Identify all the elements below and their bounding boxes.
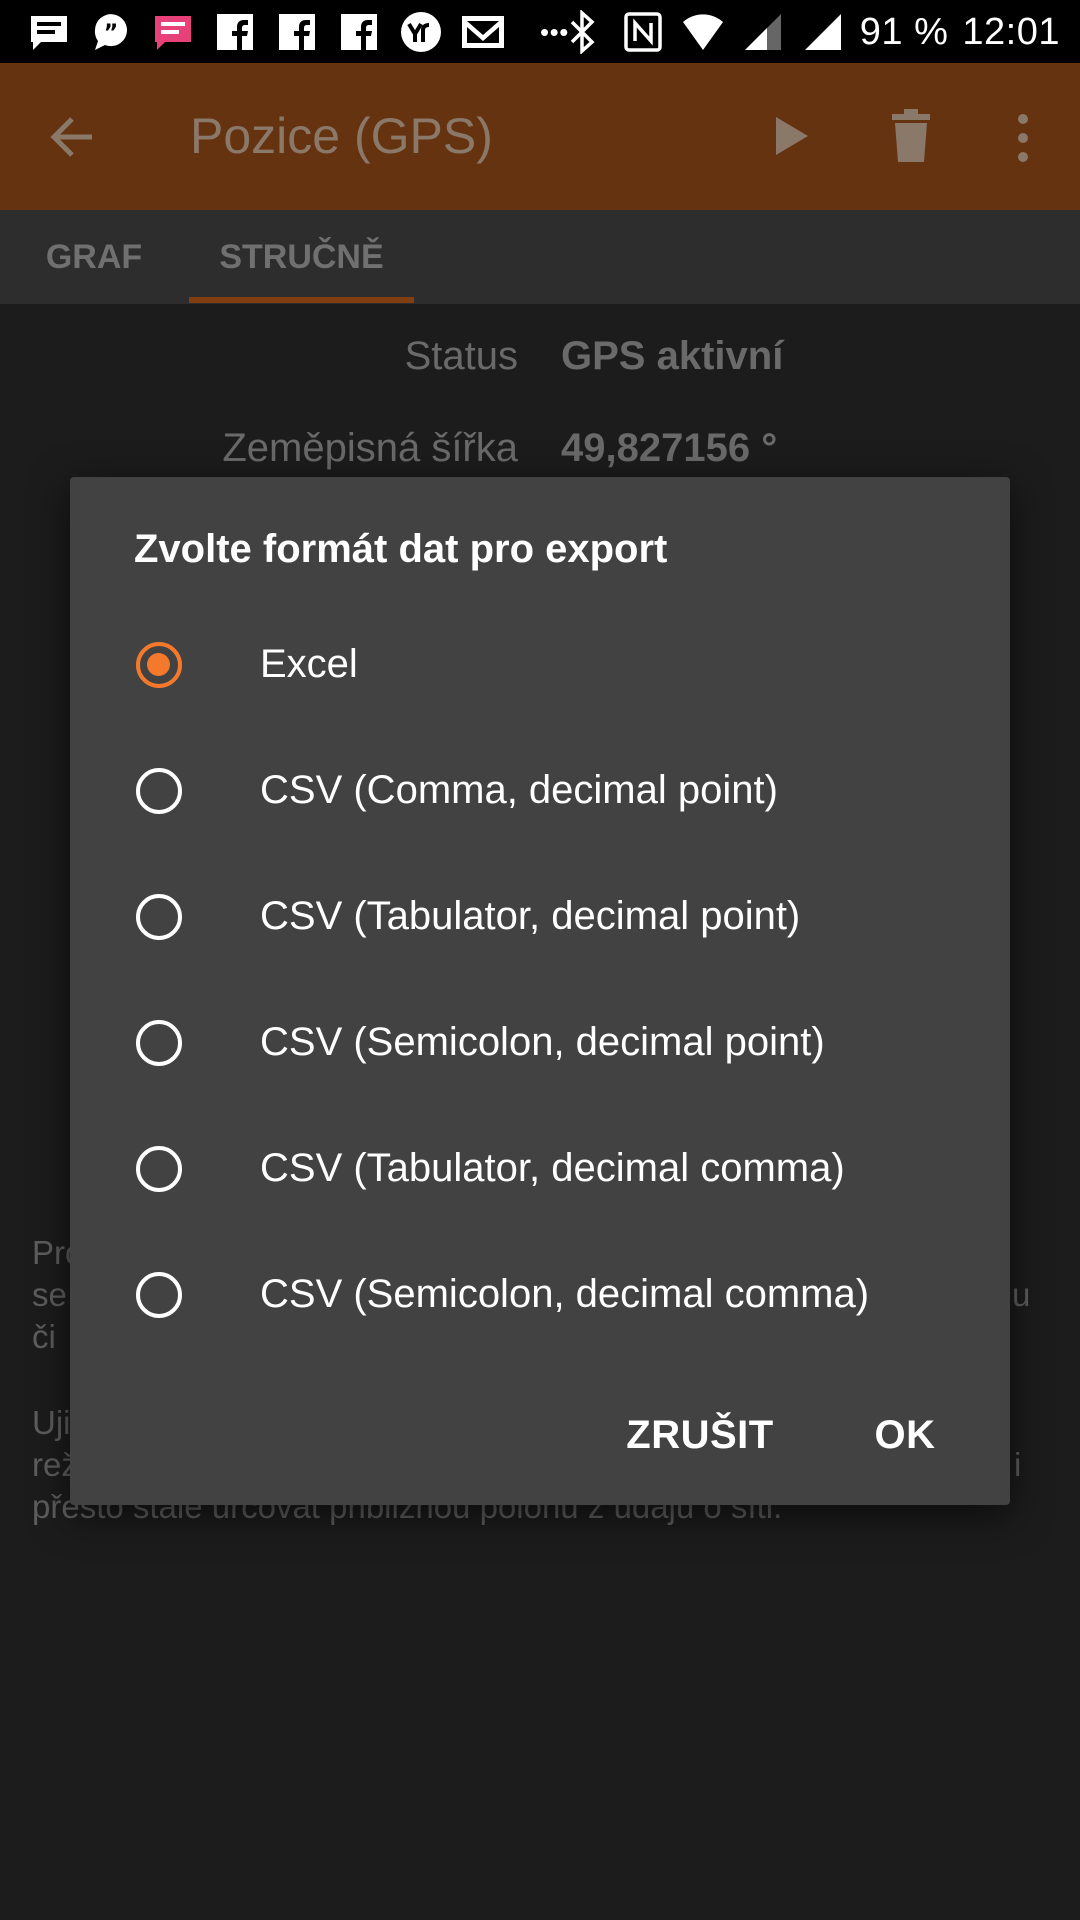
option-label: CSV (Tabulator, decimal comma) (260, 1146, 845, 1190)
option-excel[interactable]: Excel (70, 604, 1010, 730)
ok-button[interactable]: OK (850, 1395, 960, 1475)
cancel-button[interactable]: ZRUŠIT (620, 1395, 780, 1475)
radio-button[interactable] (136, 1146, 182, 1192)
export-format-dialog: Zvolte formát dat pro export Excel CSV (… (70, 477, 1010, 1505)
option-csv-comma-decimal-point[interactable]: CSV (Comma, decimal point) (70, 730, 1010, 856)
radio-button-selected[interactable] (136, 642, 182, 688)
option-label: CSV (Semicolon, decimal comma) (260, 1272, 870, 1316)
option-label: CSV (Semicolon, decimal point) (260, 1020, 825, 1064)
option-label: Excel (260, 642, 358, 686)
radio-button[interactable] (136, 1272, 182, 1318)
radio-button[interactable] (136, 894, 182, 940)
dialog-title: Zvolte formát dat pro export (134, 527, 668, 571)
option-label: CSV (Comma, decimal point) (260, 768, 778, 812)
radio-button[interactable] (136, 768, 182, 814)
option-csv-semicolon-decimal-point[interactable]: CSV (Semicolon, decimal point) (70, 982, 1010, 1108)
option-csv-semicolon-decimal-comma[interactable]: CSV (Semicolon, decimal comma) (70, 1234, 1010, 1360)
option-label: CSV (Tabulator, decimal point) (260, 894, 801, 938)
radio-button[interactable] (136, 1020, 182, 1066)
option-csv-tabulator-decimal-point[interactable]: CSV (Tabulator, decimal point) (70, 856, 1010, 982)
option-csv-tabulator-decimal-comma[interactable]: CSV (Tabulator, decimal comma) (70, 1108, 1010, 1234)
